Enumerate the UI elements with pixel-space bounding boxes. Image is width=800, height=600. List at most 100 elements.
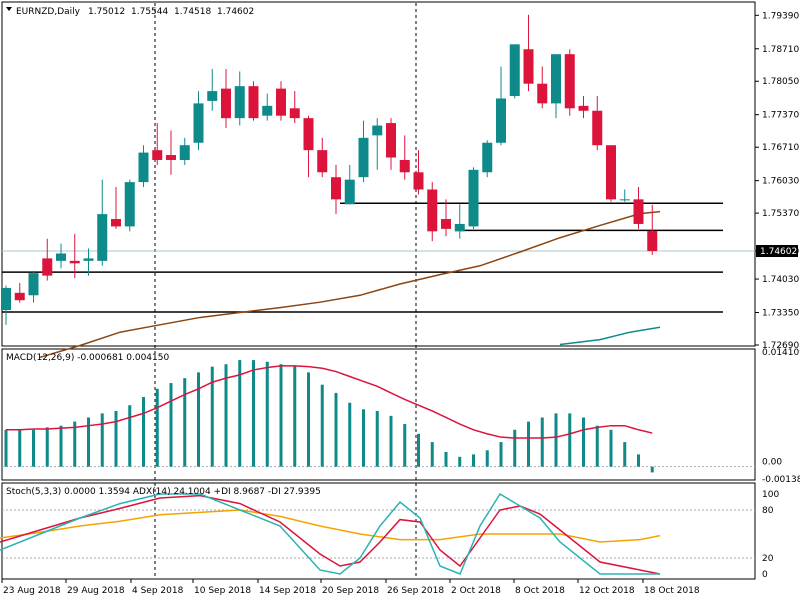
- macd-bar: [348, 402, 352, 467]
- price-tick-label: 1.76030: [762, 177, 799, 187]
- macd-bar: [4, 429, 8, 467]
- macd-bar: [224, 364, 228, 467]
- candle-bull: [97, 214, 108, 261]
- candle-bear: [221, 88, 231, 119]
- candle-bear: [647, 230, 658, 252]
- candle-bear: [42, 258, 53, 276]
- macd-bar: [554, 413, 558, 467]
- x-tick-label: 4 Sep 2018: [132, 586, 184, 596]
- macd-bar: [403, 424, 407, 467]
- candle-bear: [166, 155, 176, 160]
- candle-bull: [56, 253, 66, 261]
- macd-bar: [430, 442, 434, 467]
- candle-bear: [399, 159, 410, 173]
- candle-bear: [276, 88, 286, 116]
- macd-tick-label: 0.014109: [762, 348, 800, 358]
- candle-bear: [152, 150, 163, 160]
- candle-bull: [358, 137, 369, 178]
- candle-bear: [248, 86, 259, 119]
- macd-bar: [307, 372, 310, 467]
- macd-label: MACD(12,26,9) -0.000681 0.004150: [6, 353, 169, 363]
- price-tick-label: 1.77370: [762, 111, 799, 121]
- macd-bar: [362, 409, 365, 467]
- macd-bar: [568, 413, 572, 467]
- macd-bar: [472, 454, 475, 467]
- macd-bar: [197, 372, 200, 467]
- x-tick-label: 8 Oct 2018: [515, 586, 565, 596]
- candle-bear: [606, 145, 616, 200]
- price-pane-frame: [1, 1, 756, 347]
- macd-bar: [100, 413, 104, 467]
- candle-bear: [633, 199, 644, 224]
- macd-bar: [32, 429, 35, 467]
- price-tick-label: 1.79390: [762, 11, 799, 21]
- candle-bull: [509, 44, 520, 97]
- candle-bull: [551, 54, 561, 104]
- candle-bear: [386, 123, 396, 158]
- candle-bull: [619, 199, 630, 201]
- stoch-tick-label: 0: [762, 570, 768, 580]
- candle-bear: [69, 260, 80, 264]
- macd-bar: [485, 450, 489, 467]
- candle-bear: [111, 219, 121, 227]
- candle-bull: [179, 145, 190, 160]
- macd-bar: [444, 451, 448, 467]
- macd-bar: [595, 425, 599, 467]
- macd-bar: [238, 360, 242, 467]
- x-tick-label: 26 Sep 2018: [387, 586, 444, 596]
- y-axis-ticks: 1.79390 1.78710 1.78050 1.77370 1.76710 1.760…: [755, 11, 800, 580]
- candle-bull: [83, 258, 94, 261]
- stoch-tick-label: 100: [762, 490, 779, 500]
- macd-bar: [265, 361, 269, 467]
- x-tick-label: 12 Oct 2018: [579, 586, 635, 596]
- candle-bull: [234, 86, 245, 119]
- candle-bear: [14, 292, 25, 301]
- candle-bull: [468, 169, 479, 227]
- symbol-timeframe: EURNZD,Daily: [16, 7, 81, 17]
- ohlc-close: 1.74602: [217, 7, 254, 17]
- price-tick-label: 1.78050: [762, 77, 799, 87]
- macd-bar: [375, 410, 379, 467]
- macd-bar: [417, 433, 420, 467]
- x-axis-ticks: 23 Aug 2018 29 Aug 2018 4 Sep 2018 10 Sep 2…: [1, 579, 700, 596]
- price-tick-label: 1.76710: [762, 143, 799, 153]
- x-tick-label: 20 Sep 2018: [322, 586, 379, 596]
- candle-bear: [578, 105, 589, 111]
- macd-bar: [650, 466, 654, 473]
- macd-tick-label: 0.00: [762, 458, 782, 468]
- price-tick-label: 1.78710: [762, 45, 799, 55]
- candle-bull: [28, 273, 39, 296]
- macd-tick-label: -0.00138: [762, 475, 800, 485]
- x-tick-label: 14 Sep 2018: [259, 586, 316, 596]
- macd-bar: [527, 421, 530, 467]
- macd-bar: [73, 421, 77, 467]
- x-tick-label: 10 Sep 2018: [194, 586, 251, 596]
- macd-bar: [279, 364, 283, 467]
- stoch-tick-label: 80: [762, 506, 774, 516]
- candle-bull: [496, 98, 506, 143]
- macd-bar: [637, 454, 640, 467]
- candle-bear: [537, 83, 548, 104]
- macd-bar: [293, 365, 297, 467]
- x-tick-label: 18 Oct 2018: [644, 586, 700, 596]
- candle-bull: [454, 223, 465, 232]
- candle-bull: [482, 142, 493, 173]
- candle-bull: [193, 103, 204, 143]
- candle-bear: [523, 49, 534, 84]
- candle-bear: [592, 110, 603, 146]
- price-tick-label: 1.75370: [762, 209, 799, 219]
- macd-bar: [320, 384, 324, 467]
- candle-bull: [344, 179, 355, 205]
- macd-bar: [114, 410, 118, 467]
- price-tick-label: 1.74030: [762, 275, 799, 285]
- candle-bull: [1, 287, 11, 311]
- candle-bear: [331, 177, 341, 200]
- stoch-pane-frame: [1, 482, 756, 580]
- macd-bar: [252, 360, 255, 467]
- chart-root: 1.79390 1.78710 1.78050 1.77370 1.76710 1.760…: [0, 1, 800, 596]
- ohlc-low: 1.74518: [174, 7, 211, 17]
- candle-bull: [138, 152, 149, 183]
- candle-bear: [317, 150, 328, 173]
- ohlc-high: 1.75544: [131, 7, 168, 17]
- candle-bear: [413, 172, 424, 190]
